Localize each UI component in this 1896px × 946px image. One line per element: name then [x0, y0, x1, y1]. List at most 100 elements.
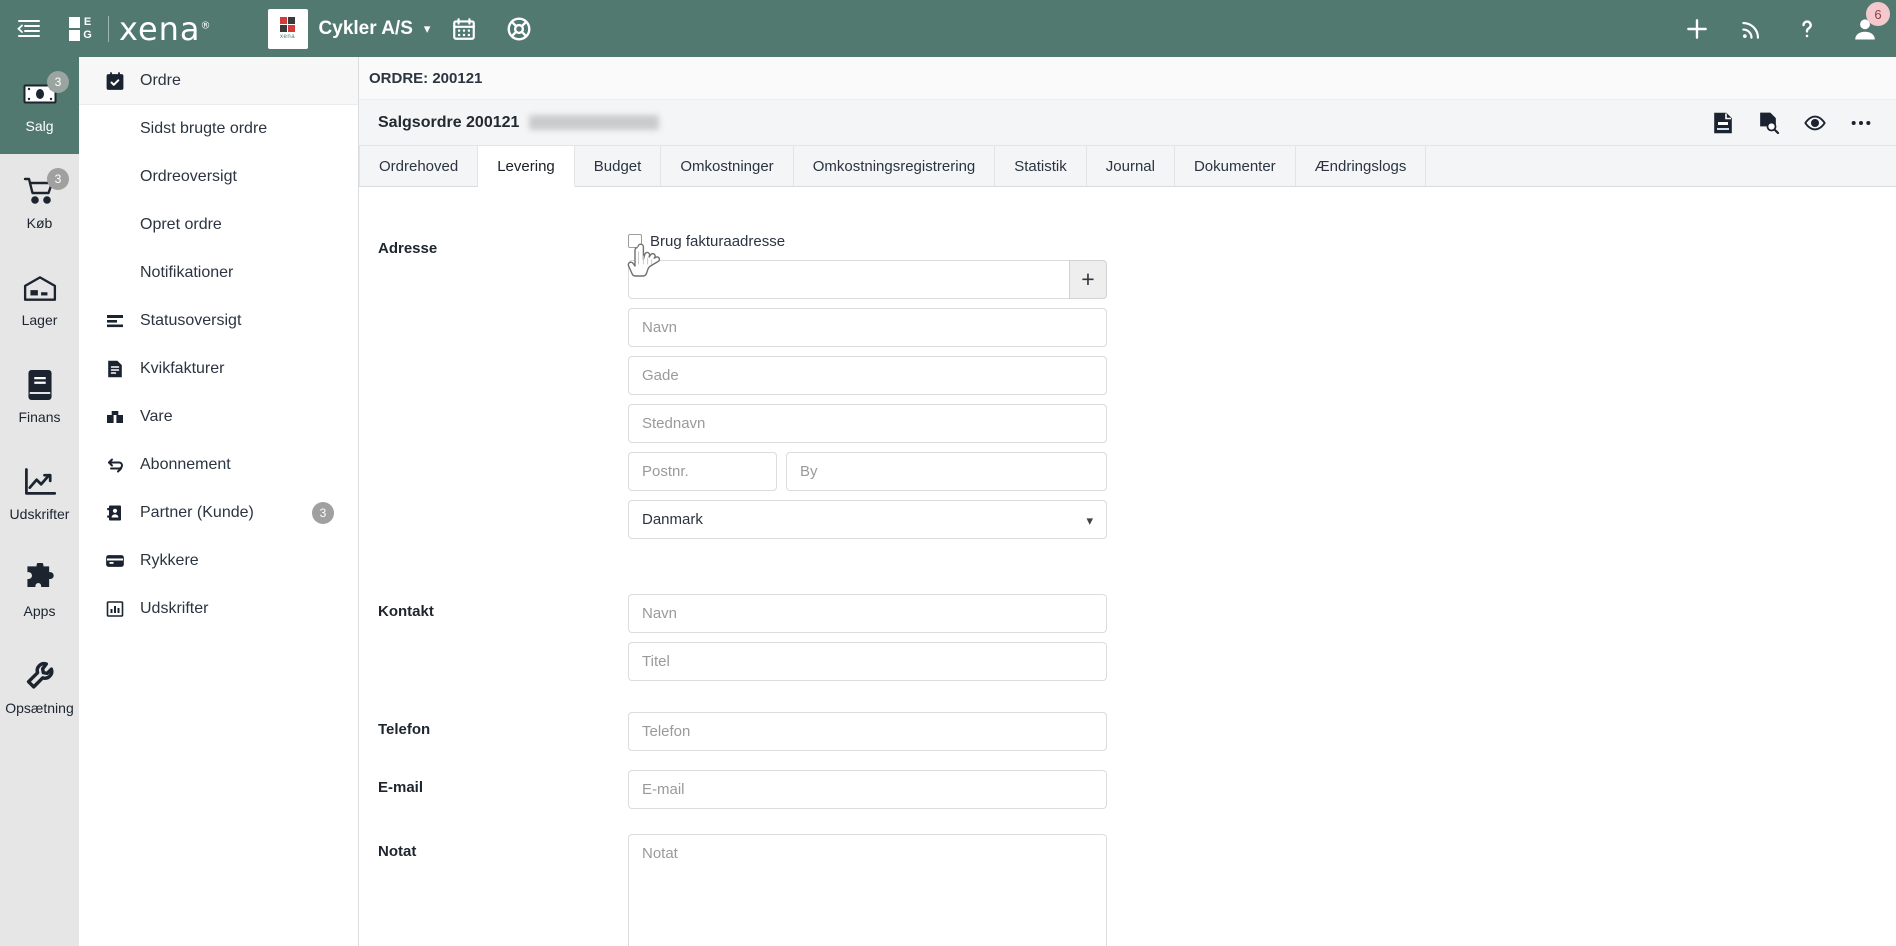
logo-divider [108, 15, 109, 42]
tab-levering[interactable]: Levering [478, 146, 575, 187]
help-icon[interactable] [1779, 0, 1834, 57]
book-icon [22, 368, 58, 402]
save-document-icon[interactable] [1712, 112, 1734, 134]
preview-document-icon[interactable] [1758, 112, 1780, 134]
rail-item-label: Apps [23, 603, 56, 619]
company-selector[interactable]: xena Cykler A/S ▾ [262, 0, 437, 57]
tab-bar: Ordrehoved Levering Budget Omkostninger … [359, 146, 1896, 187]
document-actions [1712, 112, 1886, 134]
note-textarea[interactable] [628, 834, 1107, 946]
phone-input[interactable] [628, 712, 1107, 751]
email-row: E-mail [378, 770, 1896, 818]
sidebar-item-label: Abonnement [140, 456, 231, 473]
sidebar-item-label: Ordreoversigt [140, 168, 237, 185]
sidebar-item-ordre[interactable]: Ordre [79, 57, 358, 105]
chart-line-icon [22, 465, 58, 499]
tab-ordrehoved[interactable]: Ordrehoved [359, 146, 479, 186]
tab-label: Levering [497, 157, 555, 175]
tab-statistik[interactable]: Statistik [995, 146, 1087, 186]
rail-item-apps[interactable]: Apps [0, 542, 79, 639]
use-invoice-address-row: Brug fakturaadresse [628, 231, 1107, 251]
address-label: Adresse [378, 240, 438, 257]
more-options-icon[interactable] [1850, 112, 1872, 134]
sidebar-item-opret-ordre[interactable]: Opret ordre [79, 201, 358, 249]
address-row: Adresse Brug fakturaadresse + Navn Gade … [378, 231, 1896, 548]
rail-item-lager[interactable]: Lager [0, 251, 79, 348]
country-select[interactable]: Danmark [628, 500, 1107, 539]
contact-name-input[interactable] [628, 594, 1107, 633]
address-street-input[interactable] [628, 356, 1107, 395]
company-logo-text: xena [280, 34, 296, 41]
xena-brand-logo: xena® [119, 10, 222, 48]
notification-count-badge[interactable]: 6 [1866, 2, 1890, 26]
sidebar-item-partner-kunde[interactable]: Partner (Kunde) 3 [79, 489, 358, 537]
email-fields [628, 770, 1107, 818]
plus-icon[interactable] [1669, 0, 1724, 57]
tab-dokumenter[interactable]: Dokumenter [1175, 146, 1296, 186]
delivery-form: Adresse Brug fakturaadresse + Navn Gade … [359, 187, 1896, 946]
sidebar-item-sidst-brugte-ordre[interactable]: Sidst brugte ordre [79, 105, 358, 153]
calendar-icon[interactable] [436, 0, 491, 57]
address-fields: Brug fakturaadresse + Danmark [628, 231, 1107, 548]
add-address-button[interactable]: + [1069, 260, 1107, 299]
rail-item-salg[interactable]: Salg 3 [0, 57, 79, 154]
tab-aendringslogs[interactable]: Ændringslogs [1296, 146, 1427, 186]
rail-item-koeb[interactable]: Køb 3 [0, 154, 79, 251]
sidebar-item-ordreoversigt[interactable]: Ordreoversigt [79, 153, 358, 201]
rail-item-label: Finans [18, 409, 61, 425]
address-city-input[interactable] [786, 452, 1107, 491]
rail-item-label: Lager [21, 312, 58, 328]
address-zip-input[interactable] [628, 452, 777, 491]
rail-item-opsaetning[interactable]: Opsætning [0, 639, 79, 736]
tab-omkostninger[interactable]: Omkostninger [661, 146, 794, 186]
wrench-icon [22, 659, 58, 693]
top-bar: E G xena® xena Cykler A/S ▾ 6 [0, 0, 1896, 57]
eye-icon[interactable] [1804, 112, 1826, 134]
sidebar-item-label: Notifikationer [140, 264, 234, 281]
address-search-row: + [628, 260, 1107, 299]
tab-budget[interactable]: Budget [575, 146, 662, 186]
sidebar-item-notifikationer[interactable]: Notifikationer [79, 249, 358, 297]
tab-omkostningsregistrering[interactable]: Omkostningsregistrering [794, 146, 996, 186]
address-placename-input[interactable] [628, 404, 1107, 443]
rail-item-label: Udskrifter [9, 506, 70, 522]
invoice-icon [105, 359, 125, 379]
contact-title-input[interactable] [628, 642, 1107, 681]
address-search-input[interactable] [628, 260, 1069, 299]
sidebar-item-label: Vare [140, 408, 173, 425]
sidebar-item-label: Udskrifter [140, 600, 209, 617]
main-content: ORDRE: 200121 Salgsordre 200121 Ordrehov… [359, 57, 1896, 946]
calendar-check-icon [105, 71, 125, 91]
sidebar-item-label: Kvikfakturer [140, 360, 225, 377]
redacted-customer-name [529, 115, 660, 130]
lifebuoy-icon[interactable] [491, 0, 546, 57]
tab-journal[interactable]: Journal [1087, 146, 1175, 186]
module-rail: Salg 3 Køb 3 Lager Finans Udskrifter App… [0, 57, 79, 946]
sidebar-item-kvikfakturer[interactable]: Kvikfakturer [79, 345, 358, 393]
sidebar-item-statusoversigt[interactable]: Statusoversigt [79, 297, 358, 345]
breadcrumb: ORDRE: 200121 [359, 57, 1896, 100]
registered-mark: ® [200, 19, 212, 31]
user-account-button[interactable]: 6 [1834, 0, 1896, 57]
rss-icon[interactable] [1724, 0, 1779, 57]
use-invoice-address-checkbox[interactable] [628, 234, 642, 248]
sidebar-item-udskrifter[interactable]: Udskrifter [79, 585, 358, 633]
contact-label: Kontakt [378, 603, 434, 620]
note-label: Notat [378, 843, 417, 860]
sidebar-item-vare[interactable]: Vare [79, 393, 358, 441]
sidebar-item-label: Ordre [140, 71, 181, 89]
list-icon [105, 311, 125, 331]
email-input[interactable] [628, 770, 1107, 809]
note-fields [628, 834, 1107, 946]
rail-item-label: Salg [25, 118, 54, 134]
sidebar-item-rykkere[interactable]: Rykkere [79, 537, 358, 585]
contact-fields [628, 594, 1107, 690]
address-name-input[interactable] [628, 308, 1107, 347]
rail-item-finans[interactable]: Finans [0, 348, 79, 445]
hamburger-menu-icon[interactable] [0, 0, 58, 57]
phone-fields [628, 712, 1107, 760]
eg-logo: E G [58, 0, 104, 57]
sidebar-item-abonnement[interactable]: Abonnement [79, 441, 358, 489]
rail-item-udskrifter[interactable]: Udskrifter [0, 445, 79, 542]
eg-logo-letter-e: E [83, 15, 92, 28]
